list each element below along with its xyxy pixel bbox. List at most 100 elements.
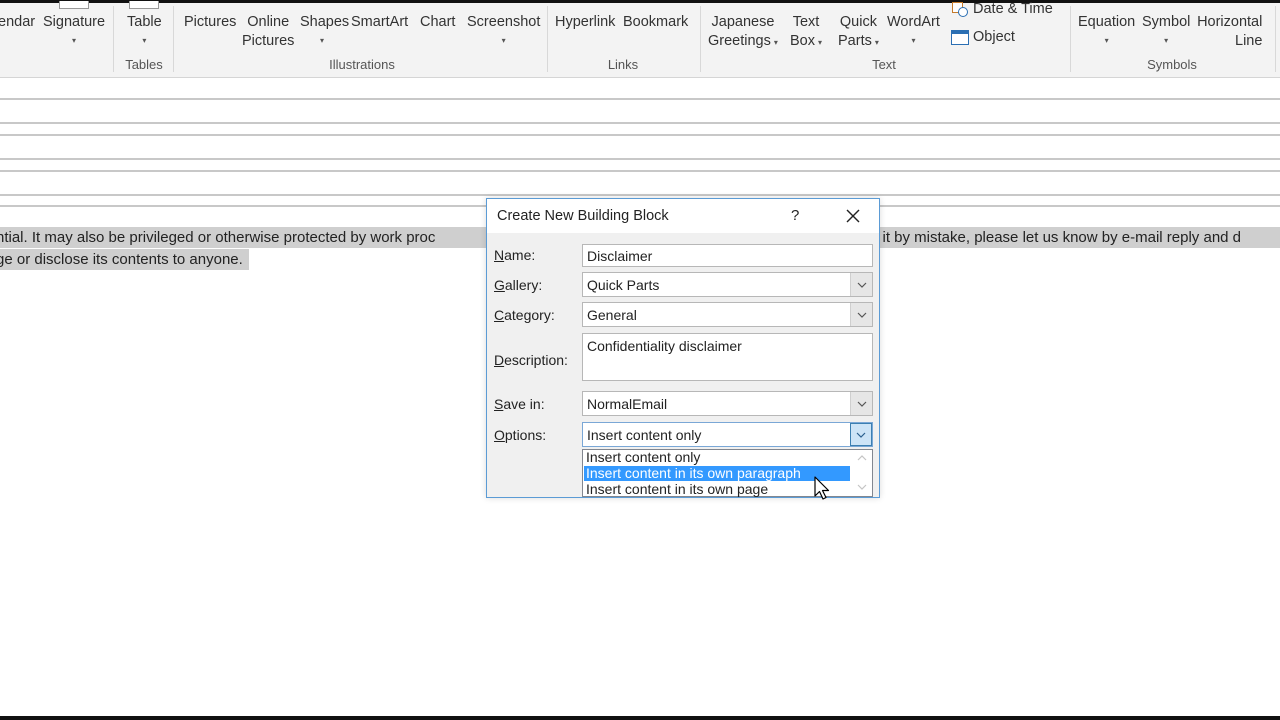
hyperlink-label: Hyperlink — [555, 14, 616, 30]
window-bottom-edge — [0, 716, 1280, 720]
options-select[interactable]: Insert content only — [582, 422, 873, 447]
shapes-label: Shapes — [300, 14, 350, 30]
quick-parts-dropdown-icon: ▾ — [874, 38, 879, 47]
date-time-label: Date & Time — [973, 1, 1053, 17]
options-dropdown-list[interactable]: Insert content only Insert content in it… — [582, 449, 873, 497]
category-label: Category: — [494, 307, 555, 323]
japanese-greetings-label: Japanese — [711, 14, 775, 30]
quick-parts-button[interactable]: Quick Parts ▾ — [838, 13, 879, 52]
options-value: Insert content only — [587, 427, 702, 443]
group-label-text: Text — [872, 57, 896, 72]
header-rule — [0, 158, 1280, 160]
option-insert-own-paragraph[interactable]: Insert content in its own paragraph — [584, 466, 850, 481]
gallery-dropdown-button[interactable] — [850, 273, 872, 296]
japanese-greetings-dropdown-icon: ▾ — [773, 38, 778, 47]
object-label: Object — [973, 29, 1015, 45]
hyperlink-button[interactable]: Hyperlink — [555, 13, 615, 32]
signature-icon — [59, 1, 90, 9]
save-in-select[interactable]: NormalEmail — [582, 391, 873, 416]
save-in-label: Save in: — [494, 396, 545, 412]
signature-label: Signature — [43, 14, 106, 30]
group-separator — [547, 6, 548, 72]
options-label: Options: — [494, 427, 547, 443]
table-dropdown-icon: ▾ — [142, 36, 147, 45]
scroll-up-icon[interactable] — [857, 453, 867, 463]
create-building-block-dialog: Create New Building Block ? Name: Discla… — [486, 198, 880, 498]
equation-dropdown-icon: ▾ — [1104, 36, 1109, 45]
text-box-label: Text — [792, 14, 820, 30]
wordart-dropdown-icon: ▾ — [911, 36, 916, 45]
bookmark-button[interactable]: Bookmark — [623, 13, 688, 32]
date-time-button[interactable]: Date & Time — [952, 1, 1053, 17]
shapes-dropdown-icon: ▾ — [320, 36, 325, 45]
header-rule — [0, 122, 1280, 124]
screenshot-label: Screenshot — [467, 14, 541, 30]
text-box-dropdown-icon: ▾ — [818, 38, 823, 47]
signature-button[interactable]: Signature ▾ — [43, 1, 106, 50]
ribbon-insert-tab: endar Signature ▾ Table ▾ Tables Picture… — [0, 0, 1280, 78]
category-value: General — [587, 307, 637, 323]
smartart-button[interactable]: SmartArt — [351, 13, 408, 32]
selected-text-line-2-content: ge or disclose its contents to anyone. — [0, 251, 243, 268]
calendar-button[interactable]: endar — [0, 13, 35, 32]
gallery-select[interactable]: Quick Parts — [582, 272, 873, 297]
screenshot-dropdown-icon: ▾ — [501, 36, 506, 45]
wordart-button[interactable]: WordArt ▾ — [887, 13, 940, 50]
horizontal-line-button[interactable]: Horizontal Line — [1197, 13, 1262, 51]
name-input[interactable]: Disclaimer — [582, 244, 873, 267]
options-dropdown-button[interactable] — [850, 423, 872, 446]
symbol-button[interactable]: Symbol ▾ — [1142, 13, 1190, 50]
group-separator — [700, 6, 701, 72]
close-button[interactable] — [842, 205, 864, 227]
description-label: Description: — [494, 352, 568, 368]
save-in-value: NormalEmail — [587, 396, 668, 412]
category-dropdown-button[interactable] — [850, 303, 872, 326]
horizontal-line-label-2: Line — [1235, 33, 1263, 49]
chevron-down-icon — [856, 432, 866, 438]
smartart-label: SmartArt — [351, 14, 409, 30]
date-time-icon — [952, 1, 969, 17]
group-label-tables: Tables — [125, 57, 163, 72]
pictures-button[interactable]: Pictures — [184, 13, 236, 32]
online-pictures-label-2: Pictures — [242, 33, 295, 49]
group-separator — [173, 6, 174, 72]
description-input[interactable]: Confidentiality disclaimer — [582, 333, 873, 381]
equation-label: Equation — [1078, 14, 1136, 30]
scroll-down-icon[interactable] — [857, 482, 867, 492]
option-insert-own-page[interactable]: Insert content in its own page — [584, 482, 850, 497]
japanese-greetings-label-2: Greetings — [708, 33, 771, 49]
chart-button[interactable]: Chart — [420, 13, 455, 32]
help-button[interactable]: ? — [791, 207, 799, 224]
chevron-down-icon — [857, 312, 866, 318]
group-label-illustrations: Illustrations — [329, 57, 395, 72]
table-button[interactable]: Table ▾ — [127, 1, 162, 50]
wordart-label: WordArt — [887, 14, 940, 30]
chevron-down-icon — [857, 282, 866, 288]
quick-parts-label-2: Parts — [838, 33, 872, 49]
option-insert-content-only[interactable]: Insert content only — [584, 450, 850, 465]
japanese-greetings-button[interactable]: Japanese Greetings ▾ — [708, 13, 778, 52]
name-label: Name: — [494, 247, 536, 263]
table-label: Table — [127, 14, 162, 30]
save-in-dropdown-button[interactable] — [850, 392, 872, 415]
signature-dropdown-icon: ▾ — [72, 36, 77, 45]
category-select[interactable]: General — [582, 302, 873, 327]
object-button[interactable]: Object — [951, 29, 1015, 45]
symbol-dropdown-icon: ▾ — [1164, 36, 1169, 45]
dropdown-scrollbar[interactable] — [852, 450, 872, 496]
online-pictures-button[interactable]: Online Pictures — [242, 13, 294, 51]
shapes-button[interactable]: Shapes ▾ — [300, 13, 349, 50]
selected-text-line-2[interactable]: ge or disclose its contents to anyone. — [0, 249, 249, 270]
pictures-label: Pictures — [184, 14, 237, 30]
selected-text-line-1-left: ntial. It may also be privileged or othe… — [0, 229, 436, 246]
online-pictures-label: Online — [247, 14, 290, 30]
text-box-button[interactable]: Text Box ▾ — [790, 13, 822, 52]
group-separator — [1275, 6, 1276, 72]
symbol-label: Symbol — [1142, 14, 1191, 30]
header-rule — [0, 134, 1280, 136]
text-box-label-2: Box — [790, 33, 815, 49]
dialog-title-bar[interactable]: Create New Building Block ? — [487, 199, 879, 233]
close-icon — [846, 209, 860, 223]
screenshot-button[interactable]: Screenshot ▾ — [467, 13, 540, 50]
equation-button[interactable]: Equation ▾ — [1078, 13, 1135, 50]
